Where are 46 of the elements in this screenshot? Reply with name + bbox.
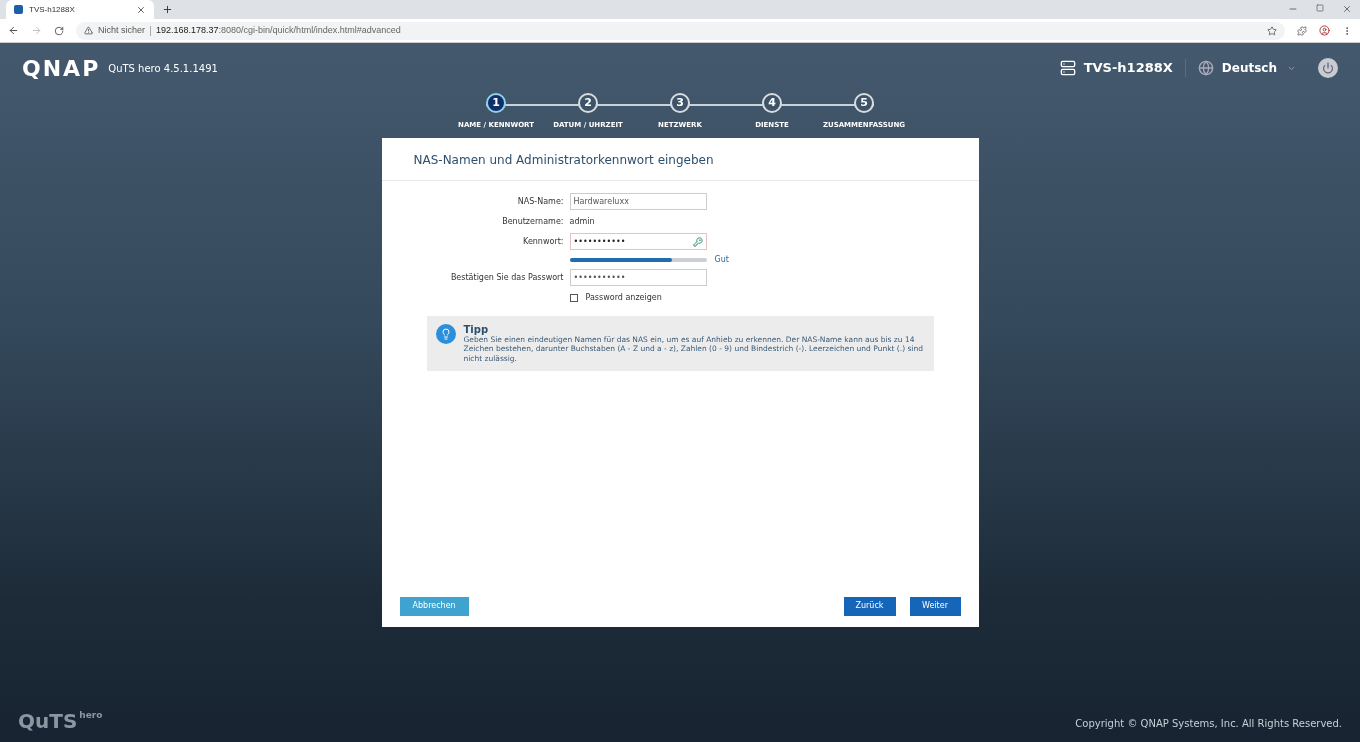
next-button[interactable]: Weiter	[909, 596, 961, 616]
address-bar[interactable]: Nicht sicher 192.168.178.37:8080/cgi-bin/quick/html/index.html#advanced	[76, 21, 1285, 40]
username-value: admin	[569, 215, 595, 228]
step-indicator: 3	[670, 93, 690, 113]
strength-reading: Gut	[714, 253, 729, 266]
star-icon[interactable]	[1267, 25, 1277, 36]
step-indicator: 4	[762, 93, 782, 113]
copyright-text: Copyright © QNAP Systems, Inc. All Rights Reserved.	[1075, 717, 1342, 731]
checkbox-label[interactable]: Password anzeigen	[585, 291, 662, 304]
profile-icon[interactable]	[1319, 25, 1330, 36]
field-label: NAS-Name:	[516, 195, 565, 208]
nas-icon	[1059, 60, 1076, 76]
text-field[interactable]: Hardwareluxx	[569, 193, 707, 210]
url-text: 192.168.178.37:8080/cgi-bin/quick/html/index.html#advanced	[156, 23, 401, 37]
key-icon[interactable]	[692, 235, 703, 248]
step-indicator: 5	[854, 93, 874, 113]
close-icon[interactable]	[136, 4, 146, 15]
warning-icon	[84, 26, 93, 35]
device-name: TVS-h1288X	[1083, 59, 1173, 78]
step-indicator: 1	[486, 93, 506, 113]
security-label: Nicht sicher	[98, 23, 145, 37]
checkbox[interactable]	[569, 293, 578, 302]
close-icon[interactable]	[1342, 4, 1352, 14]
qnap-logo: QNAP	[22, 54, 101, 83]
field-label: Kennwort:	[522, 235, 565, 248]
hero-label: hero	[79, 711, 103, 720]
dialog-title: NAS-Namen und Administratorkennwort eingeben	[381, 137, 979, 181]
text-field[interactable]: •••••••••••	[569, 269, 707, 286]
quts-logo: QuTS	[18, 711, 78, 731]
field-label: Bestätigen Sie das Passwort	[449, 271, 565, 284]
field-label: Benutzername:	[501, 215, 565, 228]
back-button[interactable]: Zurück	[843, 596, 896, 616]
favicon-icon	[14, 5, 23, 14]
step-indicator: 2	[578, 93, 598, 113]
tip-title: Tipp	[463, 323, 490, 335]
language-selector[interactable]: Deutsch	[1221, 59, 1277, 77]
new-tab-icon[interactable]	[162, 4, 173, 15]
back-icon[interactable]	[8, 25, 19, 36]
reload-icon[interactable]	[54, 25, 64, 36]
extensions-icon[interactable]	[1297, 25, 1307, 36]
password-field[interactable]: •••••••••••	[569, 233, 707, 250]
lightbulb-icon	[435, 323, 456, 344]
maximize-icon[interactable]	[1316, 4, 1324, 12]
version-text: QuTS hero 4.5.1.1491	[108, 61, 218, 76]
browser-tab[interactable]: TVS-h1288X	[6, 0, 154, 19]
globe-icon[interactable]	[1197, 60, 1214, 76]
